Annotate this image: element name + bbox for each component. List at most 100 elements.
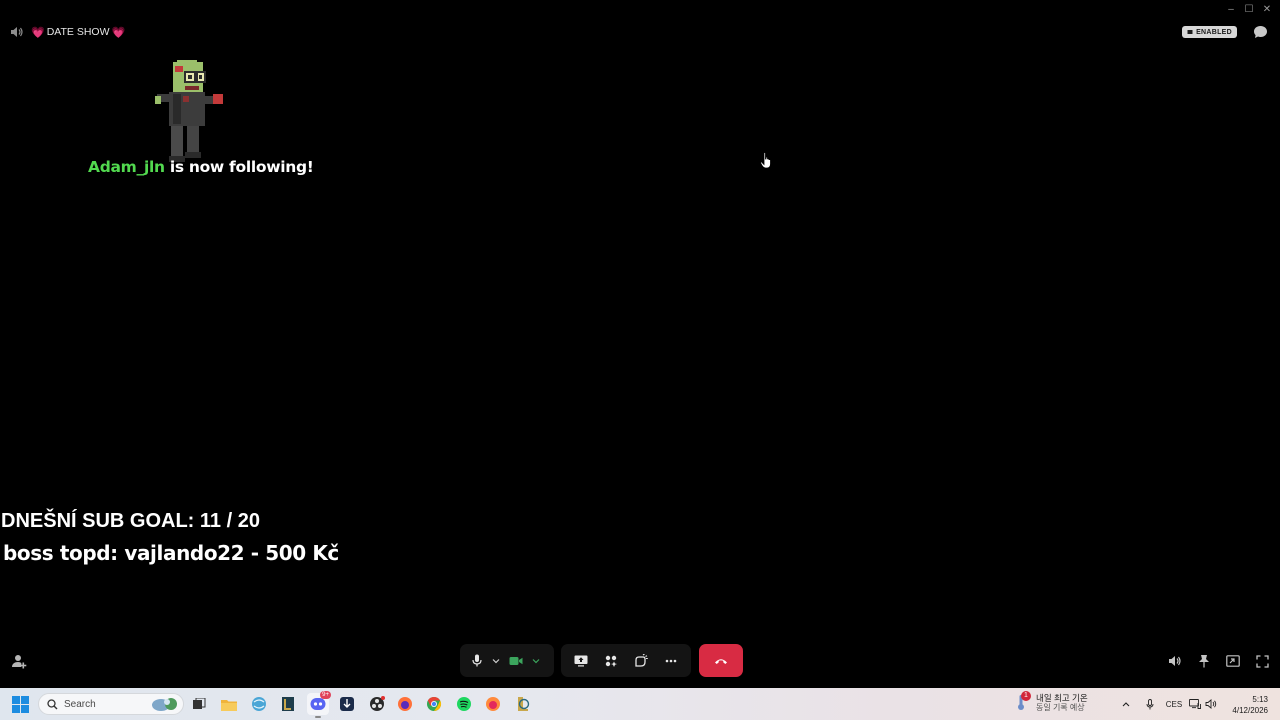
add-user-icon[interactable]	[11, 653, 27, 669]
taskbar-firefox-2[interactable]	[482, 693, 504, 715]
folder-icon	[221, 699, 237, 711]
start-button[interactable]	[12, 696, 29, 713]
taskbar-app-ledger[interactable]	[277, 693, 299, 715]
taskbar-app-tidal[interactable]	[336, 693, 358, 715]
more-icon	[665, 659, 677, 662]
hand-cursor-icon	[760, 152, 771, 169]
chat-icon[interactable]	[1253, 25, 1268, 39]
tray-microphone[interactable]	[1139, 696, 1161, 712]
media-app-icon	[340, 697, 354, 711]
fullscreen-button[interactable]	[1254, 653, 1270, 669]
tray-overflow-button[interactable]	[1119, 696, 1133, 712]
thermometer-icon: 1	[1016, 691, 1031, 713]
clock-time: 5:13	[1252, 695, 1268, 704]
globe-app-icon	[252, 697, 266, 711]
activity-controls	[561, 644, 691, 677]
media-controls	[460, 644, 554, 677]
minimize-button[interactable]: –	[1222, 2, 1240, 16]
spotify-icon	[457, 697, 471, 711]
status-badge-label: ENABLED	[1196, 28, 1232, 36]
obs-icon	[370, 696, 385, 711]
pop-out-icon	[1226, 655, 1240, 667]
heart-icon: 💗	[111, 26, 126, 39]
taskbar-spotify[interactable]	[453, 693, 475, 715]
screen-share-icon	[574, 655, 588, 666]
discord-badge: 9+	[320, 691, 331, 699]
search-icon	[47, 698, 58, 709]
camera-options-button[interactable]	[530, 648, 542, 674]
chevron-down-icon	[492, 658, 500, 663]
chrome-icon	[427, 696, 442, 712]
screen-share-button[interactable]	[567, 648, 595, 674]
sub-goal-text: DNEŠNÍ SUB GOAL: 11 / 20	[1, 510, 260, 532]
heart-icon: 💗	[31, 26, 45, 39]
search-placeholder: Search	[64, 698, 96, 710]
chevron-up-icon	[1122, 701, 1130, 706]
badge-icon	[1187, 30, 1193, 34]
tray-network[interactable]	[1187, 696, 1203, 712]
activities-icon	[605, 655, 617, 667]
taskbar-league[interactable]	[512, 693, 534, 715]
taskbar-search[interactable]: Search	[38, 693, 184, 715]
soundboard-icon	[635, 654, 648, 667]
firefox-icon	[486, 697, 500, 711]
weather-text: 내일 최고 기온 동일 기록 예상	[1036, 693, 1088, 713]
end-call-button[interactable]	[699, 644, 743, 677]
active-indicator	[315, 716, 321, 718]
taskbar-chrome[interactable]	[423, 693, 445, 715]
weather-alert-badge: 1	[1021, 691, 1031, 701]
zombie-sprite	[155, 60, 223, 162]
stream-title-text: DATE SHOW	[46, 26, 110, 38]
activities-button[interactable]	[597, 648, 625, 674]
soundboard-button[interactable]	[627, 648, 655, 674]
volume-icon	[1169, 656, 1181, 666]
mic-options-button[interactable]	[490, 648, 502, 674]
end-call-icon	[715, 658, 727, 664]
taskbar-clock[interactable]: 5:13 4/12/2026	[1232, 694, 1268, 716]
close-button[interactable]: ✕	[1258, 2, 1276, 16]
speaker-icon[interactable]	[10, 26, 23, 38]
taskbar: Search 9+ 1 내일 최고 기온 동일 기록 예상 CES 5:13 4…	[0, 688, 1280, 720]
maximize-button[interactable]: ☐	[1240, 2, 1258, 16]
microphone-icon	[1146, 698, 1154, 709]
volume-button[interactable]	[1167, 653, 1183, 669]
network-icon	[1189, 699, 1201, 709]
camera-icon	[509, 656, 523, 665]
firefox-icon	[398, 697, 412, 711]
system-tray: CES	[1119, 696, 1219, 712]
stream-title: 💗 DATE SHOW 💗	[31, 26, 125, 39]
discord-icon	[310, 698, 326, 710]
taskbar-firefox[interactable]	[394, 693, 416, 715]
taskbar-app-globe[interactable]	[248, 693, 270, 715]
boss-donation-text: boss topd: vajlando22 - 500 Kč	[3, 541, 339, 565]
task-view-icon	[193, 698, 206, 709]
weather-line-1: 내일 최고 기온	[1036, 693, 1088, 703]
microphone-button[interactable]	[466, 648, 488, 674]
microphone-icon	[472, 654, 482, 667]
volume-icon	[1205, 699, 1217, 709]
status-badge: ENABLED	[1182, 26, 1237, 38]
language-indicator[interactable]: CES	[1161, 696, 1187, 712]
more-options-button[interactable]	[657, 648, 685, 674]
pop-out-button[interactable]	[1225, 653, 1241, 669]
stream-header: 💗 DATE SHOW 💗	[10, 22, 125, 42]
taskbar-discord[interactable]: 9+	[307, 691, 331, 718]
pin-button[interactable]	[1196, 653, 1212, 669]
fullscreen-icon	[1255, 654, 1269, 668]
pin-icon	[1199, 655, 1209, 668]
search-highlight-icon	[152, 698, 177, 711]
weather-widget[interactable]: 1 내일 최고 기온 동일 기록 예상	[1016, 691, 1088, 713]
follow-username: Adam_jln	[88, 158, 165, 176]
task-view-button[interactable]	[188, 693, 210, 715]
stream-window: – ☐ ✕ 💗 DATE SHOW 💗 ENABLED Adam_jln is …	[0, 0, 1280, 688]
clock-date: 4/12/2026	[1232, 706, 1268, 715]
taskbar-app-obs[interactable]	[366, 693, 388, 715]
taskbar-file-explorer[interactable]	[218, 693, 240, 715]
tray-volume[interactable]	[1203, 696, 1219, 712]
league-icon	[518, 697, 530, 711]
camera-button[interactable]	[504, 648, 528, 674]
windows-logo-icon	[12, 696, 29, 713]
view-controls	[1167, 653, 1270, 669]
window-controls: – ☐ ✕	[1222, 2, 1276, 16]
chevron-down-icon	[532, 658, 540, 663]
